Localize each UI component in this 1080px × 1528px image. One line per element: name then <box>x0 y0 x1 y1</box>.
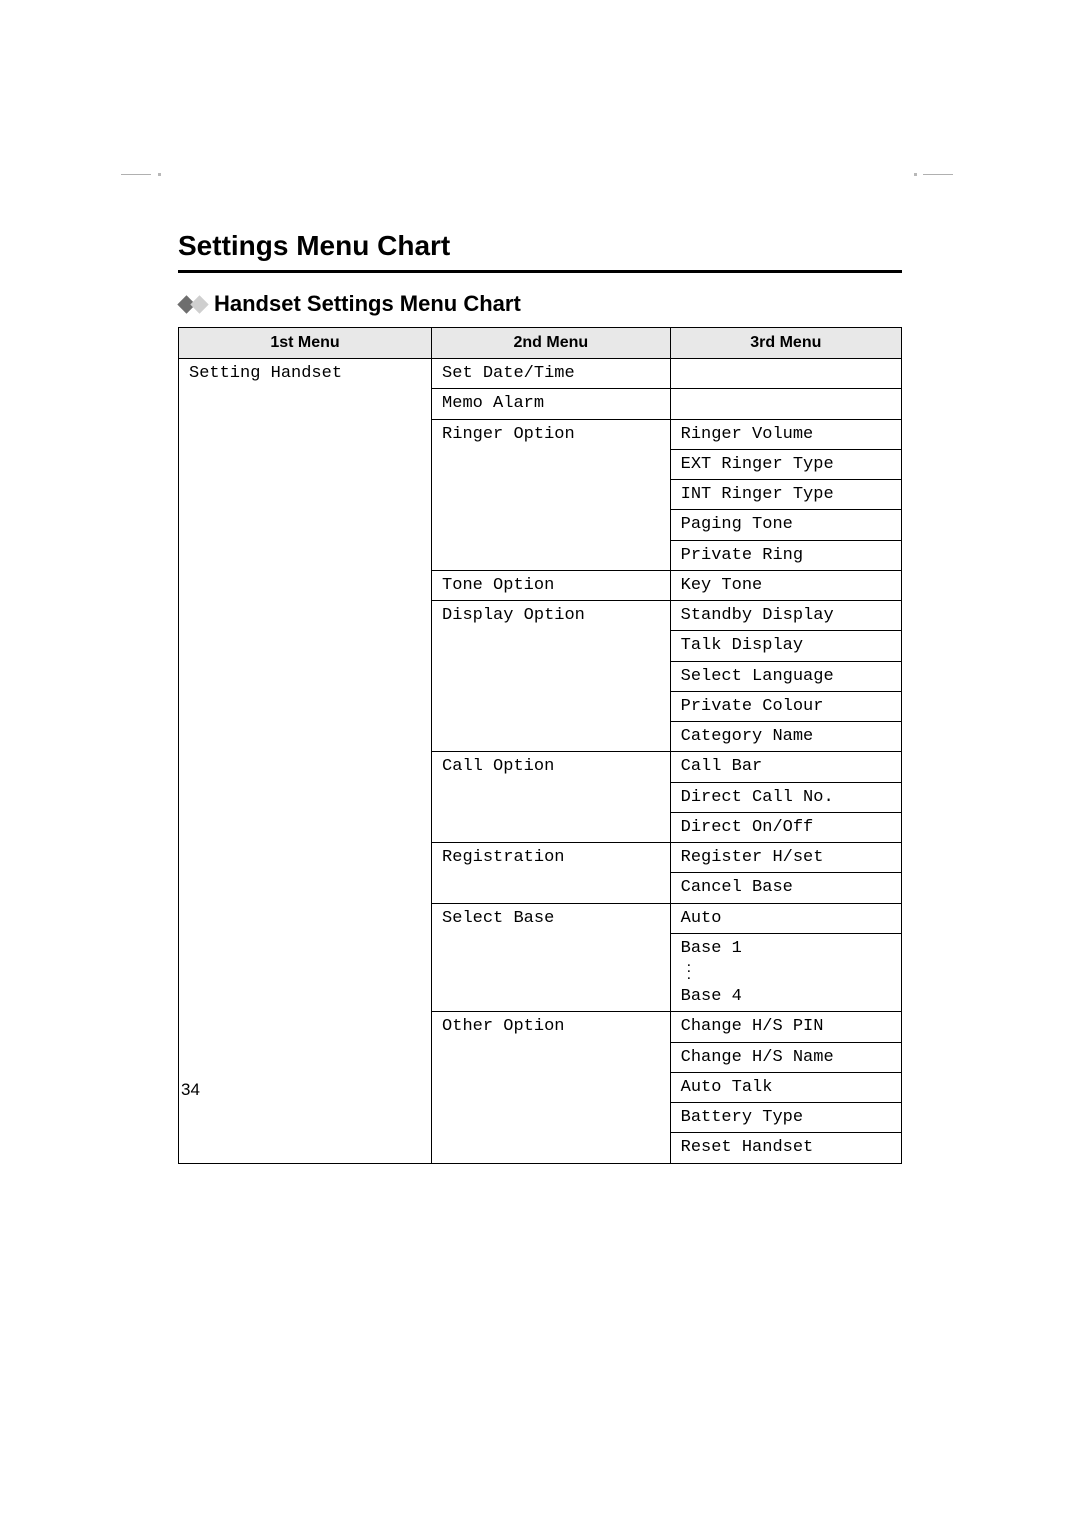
crop-mark <box>121 174 151 175</box>
page-number: 34 <box>181 1080 200 1100</box>
cell-3rd-menu: Private Colour <box>670 691 901 721</box>
cell-3rd-menu: Ringer Volume <box>670 419 901 449</box>
cell-3rd-menu: Talk Display <box>670 631 901 661</box>
cell-3rd-menu: Select Language <box>670 661 901 691</box>
vertical-dots-icon: ... <box>681 959 691 978</box>
cell-3rd-menu: Key Tone <box>670 570 901 600</box>
cell-3rd-menu <box>670 389 901 419</box>
cell-3rd-menu: Auto <box>670 903 901 933</box>
crop-mark-dot <box>914 173 917 176</box>
cell-3rd-menu: Direct Call No. <box>670 782 901 812</box>
cell-3rd-menu: Base 1 ... Base 4 <box>670 933 901 1012</box>
table-row: Setting Handset Set Date/Time <box>179 359 902 389</box>
crop-mark-dot <box>158 173 161 176</box>
cell-3rd-menu: Category Name <box>670 722 901 752</box>
menu-chart-table: 1st Menu 2nd Menu 3rd Menu Setting Hands… <box>178 327 902 1164</box>
cell-3rd-menu: Paging Tone <box>670 510 901 540</box>
cell-3rd-menu <box>670 359 901 389</box>
cell-2nd-menu: Display Option <box>432 601 671 752</box>
cell-3rd-menu: Private Ring <box>670 540 901 570</box>
col-header-1: 1st Menu <box>179 328 432 359</box>
cell-3rd-menu: Standby Display <box>670 601 901 631</box>
cell-2nd-menu: Ringer Option <box>432 419 671 570</box>
cell-3rd-menu: Call Bar <box>670 752 901 782</box>
col-header-3: 3rd Menu <box>670 328 901 359</box>
diamond-icon <box>190 295 208 313</box>
table-header-row: 1st Menu 2nd Menu 3rd Menu <box>179 328 902 359</box>
col-header-2: 2nd Menu <box>432 328 671 359</box>
cell-2nd-menu: Call Option <box>432 752 671 843</box>
cell-3rd-menu: INT Ringer Type <box>670 480 901 510</box>
cell-2nd-menu: Tone Option <box>432 570 671 600</box>
cell-3rd-menu: Cancel Base <box>670 873 901 903</box>
cell-2nd-menu: Set Date/Time <box>432 359 671 389</box>
subtitle-row: Handset Settings Menu Chart <box>178 291 902 317</box>
page-title: Settings Menu Chart <box>178 230 902 262</box>
cell-2nd-menu: Memo Alarm <box>432 389 671 419</box>
cell-3rd-menu: Change H/S PIN <box>670 1012 901 1042</box>
cell-1st-menu: Setting Handset <box>179 359 432 1164</box>
base-4-label: Base 4 <box>681 987 742 1006</box>
cell-3rd-menu: Reset Handset <box>670 1133 901 1163</box>
cell-2nd-menu: Select Base <box>432 903 671 1012</box>
cell-3rd-menu: Register H/set <box>670 843 901 873</box>
cell-3rd-menu: Battery Type <box>670 1103 901 1133</box>
cell-3rd-menu: Change H/S Name <box>670 1042 901 1072</box>
cell-3rd-menu: Auto Talk <box>670 1072 901 1102</box>
crop-mark <box>923 174 953 175</box>
cell-2nd-menu: Registration <box>432 843 671 904</box>
page: Settings Menu Chart Handset Settings Men… <box>0 0 1080 1528</box>
cell-2nd-menu: Other Option <box>432 1012 671 1163</box>
section-subtitle: Handset Settings Menu Chart <box>214 291 521 317</box>
cell-3rd-menu: EXT Ringer Type <box>670 449 901 479</box>
cell-3rd-menu: Direct On/Off <box>670 812 901 842</box>
title-rule <box>178 270 902 273</box>
